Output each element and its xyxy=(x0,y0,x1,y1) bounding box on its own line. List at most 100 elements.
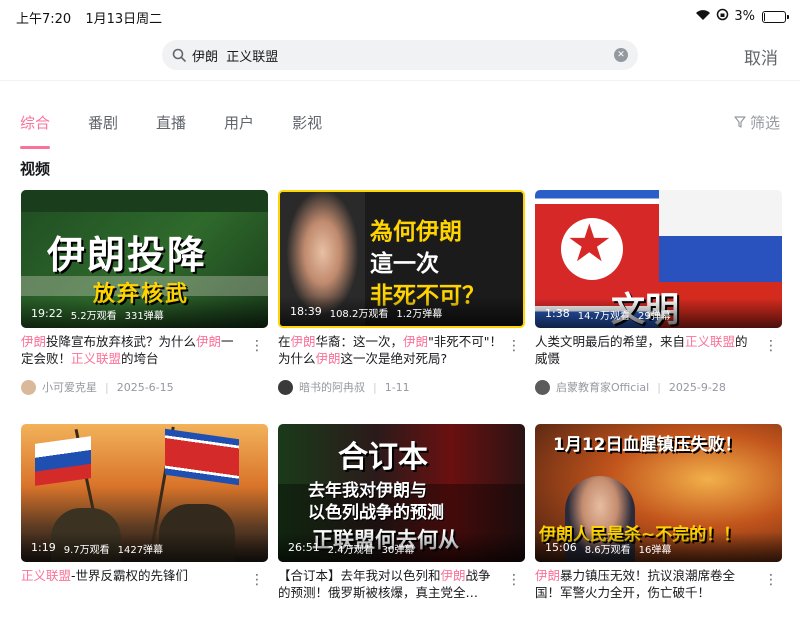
thumbnail-text: 合订本 xyxy=(338,440,428,475)
thumbnail-text: 這一次 xyxy=(370,251,439,277)
title-keyword-highlight: 伊朗 xyxy=(315,351,341,366)
filter-icon xyxy=(734,114,746,132)
title-text: 华裔：这一次， xyxy=(315,334,404,349)
video-title[interactable]: 在伊朗华裔：这一次，伊朗"非死不可"！为什么伊朗这一次是绝对死局? xyxy=(278,333,525,367)
video-danmaku: 29弹幕 xyxy=(637,311,671,322)
thumbnail-text: 1月12日血腥镇压失败！ xyxy=(553,435,742,455)
title-keyword-highlight: 伊朗 xyxy=(290,334,316,349)
video-danmaku: 1427弹幕 xyxy=(117,545,164,556)
more-options-icon[interactable]: ⋮ xyxy=(250,573,264,587)
video-views: 9.7万观看 xyxy=(63,545,110,556)
author-name: 小可爱克星 xyxy=(42,381,97,394)
video-thumbnail[interactable]: 1:19 9.7万观看 1427弹幕 xyxy=(21,424,268,562)
video-card[interactable]: 合订本 去年我对伊朗与 以色列战争的预测 正联盟何去何从 26:51 2.4万观… xyxy=(278,424,525,601)
more-options-icon[interactable]: ⋮ xyxy=(250,339,264,353)
title-keyword-highlight: 正义联盟 xyxy=(21,568,72,583)
clear-search-icon[interactable]: ✕ xyxy=(614,48,628,62)
star-icon: ★ xyxy=(566,214,613,274)
video-duration: 19:22 xyxy=(31,307,63,320)
avatar xyxy=(535,379,550,395)
avatar xyxy=(21,379,36,395)
video-danmaku: 1.2万弹幕 xyxy=(396,309,443,320)
video-duration: 15:06 xyxy=(545,541,577,554)
title-text: 的垮台 xyxy=(121,351,159,366)
author-name: 启蒙教育家Official xyxy=(556,381,650,394)
title-keyword-highlight: 伊朗 xyxy=(535,568,561,583)
video-thumbnail[interactable]: 1月12日血腥镇压失败！ 伊朗人民是杀~不完的！！ 15:06 8.6万观看 1… xyxy=(535,424,782,562)
status-time: 上午7:20 xyxy=(16,12,72,27)
title-text: 人类文明最后的希望，来自 xyxy=(535,334,686,349)
title-text: 在 xyxy=(278,334,291,349)
thumbnail-text: 以色列战争的预测 xyxy=(308,503,444,523)
more-options-icon[interactable]: ⋮ xyxy=(764,573,778,587)
status-bar: 上午7:20 1月13日周二 3% xyxy=(0,0,800,32)
video-author-row[interactable]: 小可爱克星 | 2025-6-15 xyxy=(21,379,268,395)
title-keyword-highlight: 正义联盟 xyxy=(71,351,122,366)
video-thumbnail[interactable]: 為何伊朗 這一次 非死不可？ 18:39 108.2万观看 1.2万弹幕 xyxy=(278,190,525,328)
video-card[interactable]: 1:19 9.7万观看 1427弹幕 正义联盟-世界反霸权的先锋们 ⋮ xyxy=(21,424,268,601)
video-title[interactable]: 人类文明最后的希望，来自正义联盟的威慑 xyxy=(535,333,782,367)
video-title[interactable]: 正义联盟-世界反霸权的先锋们 xyxy=(21,567,268,601)
video-thumbnail[interactable]: ★ 文明 1:38 14.7万观看 29弹幕 xyxy=(535,190,782,328)
battery-icon xyxy=(762,10,789,23)
video-duration: 1:19 xyxy=(31,541,56,554)
header-divider xyxy=(0,80,800,81)
video-duration: 1:38 xyxy=(545,307,570,320)
video-title[interactable]: 【合订本】去年我对以色列和伊朗战争的预测！俄罗斯被核爆，真主党全… xyxy=(278,567,525,601)
video-title[interactable]: 伊朗暴力镇压无效！抗议浪潮席卷全国！军警火力全开，伤亡破千！ xyxy=(535,567,782,601)
thumbnail-text: 為何伊朗 xyxy=(370,219,462,245)
more-options-icon[interactable]: ⋮ xyxy=(507,339,521,353)
video-card[interactable]: 為何伊朗 這一次 非死不可？ 18:39 108.2万观看 1.2万弹幕 在伊朗… xyxy=(278,190,525,395)
video-views: 108.2万观看 xyxy=(329,309,389,320)
separator: | xyxy=(373,380,377,394)
video-card[interactable]: 1月12日血腥镇压失败！ 伊朗人民是杀~不完的！！ 15:06 8.6万观看 1… xyxy=(535,424,782,601)
section-title-videos: 视频 xyxy=(20,160,51,178)
battery-percent: 3% xyxy=(734,9,755,24)
search-icon xyxy=(172,47,186,66)
video-title[interactable]: 伊朗投降宣布放弃核武？为什么伊朗一定会败！正义联盟的垮台 xyxy=(21,333,268,367)
tab-bar: 综合 番剧 直播 用户 影视 xyxy=(20,112,322,149)
video-views: 8.6万观看 xyxy=(584,545,631,556)
search-input[interactable] xyxy=(192,44,592,66)
title-keyword-highlight: 伊朗 xyxy=(440,568,466,583)
video-views: 14.7万观看 xyxy=(577,311,630,322)
title-keyword-highlight: 伊朗 xyxy=(196,334,222,349)
publish-date: 2025-9-28 xyxy=(668,380,726,394)
separator: | xyxy=(657,380,661,394)
title-text: 暴力镇压无效！抗议浪潮席卷全国！军警火力全开，伤亡破千！ xyxy=(535,568,736,600)
cancel-button[interactable]: 取消 xyxy=(744,44,778,69)
title-keyword-highlight: 伊朗 xyxy=(403,334,429,349)
video-thumbnail[interactable]: 合订本 去年我对伊朗与 以色列战争的预测 正联盟何去何从 26:51 2.4万观… xyxy=(278,424,525,562)
title-text: 这一次是绝对死局? xyxy=(340,351,448,366)
publish-date: 1-11 xyxy=(384,380,410,394)
filter-button[interactable]: 筛选 xyxy=(734,112,780,133)
avatar xyxy=(278,379,293,395)
tab-users[interactable]: 用户 xyxy=(224,112,254,142)
title-keyword-highlight: 伊朗 xyxy=(21,334,47,349)
video-author-row[interactable]: 暗书的阿冉叔 | 1-11 xyxy=(278,379,525,395)
video-danmaku: 16弹幕 xyxy=(638,545,672,556)
tab-all[interactable]: 综合 xyxy=(20,112,51,149)
filter-label: 筛选 xyxy=(749,114,780,132)
video-views: 5.2万观看 xyxy=(70,311,117,322)
video-author-row[interactable]: 启蒙教育家Official | 2025-9-28 xyxy=(535,379,782,395)
video-danmaku: 331弹幕 xyxy=(124,311,164,322)
video-card[interactable]: ★ 文明 1:38 14.7万观看 29弹幕 人类文明最后的希望，来自正义联盟的… xyxy=(535,190,782,395)
status-date: 1月13日周二 xyxy=(85,12,163,27)
video-duration: 26:51 xyxy=(288,541,320,554)
search-bar[interactable]: ✕ xyxy=(162,40,638,70)
rotation-lock-icon xyxy=(716,8,729,25)
more-options-icon[interactable]: ⋮ xyxy=(764,339,778,353)
video-card[interactable]: 伊朗投降 放弃核武 19:22 5.2万观看 331弹幕 伊朗投降宣布放弃核武？… xyxy=(21,190,268,395)
tab-movies[interactable]: 影视 xyxy=(292,112,322,142)
wifi-icon xyxy=(695,9,711,25)
video-thumbnail[interactable]: 伊朗投降 放弃核武 19:22 5.2万观看 331弹幕 xyxy=(21,190,268,328)
separator: | xyxy=(105,380,109,394)
tab-bangumi[interactable]: 番剧 xyxy=(88,112,118,142)
tab-live[interactable]: 直播 xyxy=(156,112,186,142)
video-views: 2.4万观看 xyxy=(327,545,374,556)
video-duration: 18:39 xyxy=(290,305,322,318)
more-options-icon[interactable]: ⋮ xyxy=(507,573,521,587)
title-text: 【合订本】去年我对以色列和 xyxy=(278,568,441,583)
video-danmaku: 30弹幕 xyxy=(381,545,415,556)
